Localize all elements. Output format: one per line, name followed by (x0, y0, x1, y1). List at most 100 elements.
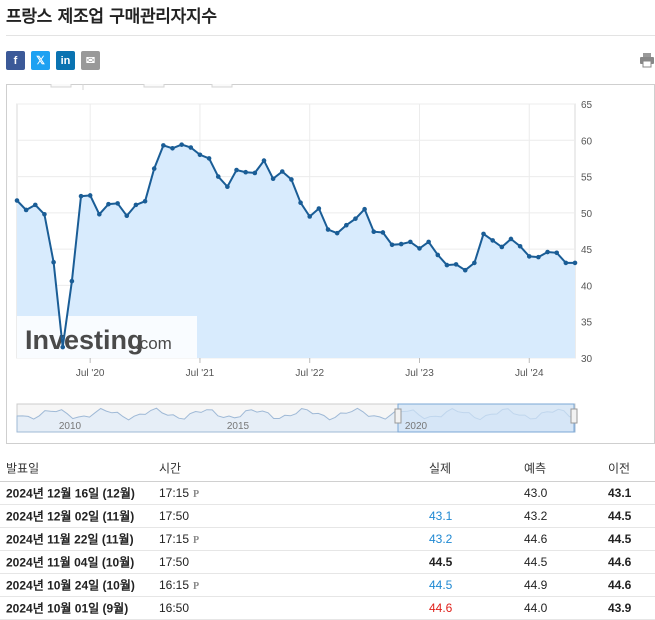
preliminary-icon: P (193, 535, 200, 546)
data-point[interactable] (78, 193, 84, 199)
data-point[interactable] (462, 267, 468, 273)
actual-value: 43.2 (429, 532, 453, 546)
data-point[interactable] (60, 344, 66, 350)
data-point[interactable] (279, 169, 285, 174)
data-point[interactable] (124, 213, 130, 219)
data-point[interactable] (133, 202, 139, 208)
data-point[interactable] (42, 212, 47, 217)
page-title: 프랑스 제조업 구매관리자지수 (6, 7, 217, 27)
forecast-value: 44.0 (524, 601, 548, 615)
actual-value: 43.1 (429, 509, 453, 523)
data-point[interactable] (51, 259, 56, 265)
y-tick-label: 55 (581, 173, 593, 184)
data-point[interactable] (554, 250, 560, 256)
data-point[interactable] (481, 231, 486, 237)
release-date: 2024년 11월 04일 (10월) (6, 555, 135, 570)
previous-value: 44.5 (608, 509, 632, 523)
data-point[interactable] (426, 239, 431, 245)
data-point[interactable] (151, 166, 157, 171)
data-point[interactable] (243, 169, 248, 175)
data-point[interactable] (408, 239, 413, 245)
y-tick-label: 45 (581, 245, 593, 256)
data-point[interactable] (417, 246, 422, 251)
pmi-chart[interactable]: Investing .com 6560555045403530 Jul '20 J… (7, 77, 655, 444)
data-point[interactable] (490, 238, 495, 243)
data-point[interactable] (234, 167, 239, 173)
data-point[interactable] (307, 214, 313, 219)
forecast-value: 43.0 (524, 486, 548, 500)
data-point[interactable] (97, 212, 102, 217)
data-point[interactable] (380, 230, 386, 235)
release-time-text: 16:50 (159, 601, 190, 615)
chart-container: Investing .com 65 60 55 50 45 40 35 30 Jul '20 J… (6, 77, 655, 444)
data-point[interactable] (453, 262, 459, 267)
data-point[interactable] (161, 143, 166, 148)
data-point[interactable] (334, 230, 340, 236)
release-date: 2024년 10월 24일 (10월) (6, 578, 135, 593)
data-point[interactable] (197, 152, 203, 158)
data-point[interactable] (23, 207, 29, 213)
release-date: 2024년 12월 02일 (11월) (6, 509, 135, 524)
data-point[interactable] (188, 145, 194, 150)
data-point[interactable] (545, 249, 550, 255)
data-point[interactable] (115, 201, 120, 206)
previous-value: 43.9 (608, 601, 632, 615)
data-point[interactable] (499, 244, 505, 250)
facebook-share-button[interactable]: f (6, 51, 25, 70)
data-point[interactable] (298, 200, 303, 205)
data-point[interactable] (325, 227, 331, 232)
navigator-year-label: 2010 (59, 421, 82, 432)
data-point[interactable] (398, 241, 404, 247)
data-point[interactable] (517, 243, 523, 249)
y-tick-label: 40 (581, 281, 593, 292)
data-point[interactable] (289, 177, 294, 182)
data-point[interactable] (14, 198, 20, 203)
data-point[interactable] (106, 201, 111, 207)
data-point[interactable] (472, 260, 477, 266)
data-point[interactable] (142, 198, 148, 204)
release-time-text: 17:15 (159, 532, 190, 546)
previous-value: 44.6 (608, 555, 632, 569)
data-point[interactable] (170, 145, 175, 151)
facebook-icon: f (13, 54, 18, 67)
data-point[interactable] (572, 260, 578, 266)
linkedin-share-button[interactable]: in (56, 51, 75, 70)
data-point[interactable] (87, 193, 93, 198)
data-point[interactable] (362, 206, 367, 212)
forecast-value: 44.6 (524, 532, 548, 546)
twitter-share-button[interactable]: 𝕏 (31, 51, 50, 70)
data-point[interactable] (225, 184, 230, 190)
data-point[interactable] (179, 142, 184, 147)
data-point[interactable] (563, 260, 569, 266)
y-tick-label: 30 (581, 354, 593, 365)
data-point[interactable] (389, 242, 395, 248)
data-point[interactable] (316, 206, 322, 211)
table-row: 2024년 11월 22일 (11월) 17:15 P 43.2 44.6 44.5 (0, 528, 655, 551)
email-share-button[interactable]: ✉ (81, 51, 100, 70)
print-icon[interactable] (639, 52, 655, 68)
data-point[interactable] (344, 222, 349, 228)
release-time: 17:50 (159, 509, 189, 523)
data-point[interactable] (270, 176, 276, 182)
data-point[interactable] (435, 252, 441, 258)
x-tick-label: Jul '23 (405, 368, 434, 379)
data-point[interactable] (508, 236, 514, 242)
data-point[interactable] (252, 170, 258, 176)
data-point[interactable] (526, 254, 532, 259)
release-time: 16:15 P (159, 578, 199, 592)
navigator-handle[interactable] (394, 408, 402, 424)
data-point[interactable] (69, 278, 75, 284)
linkedin-icon: in (60, 54, 71, 67)
data-point[interactable] (444, 262, 450, 268)
header-forecast: 예측 (524, 461, 547, 476)
data-point[interactable] (261, 158, 267, 163)
time-navigator[interactable]: 2010 2015 2020 (16, 403, 578, 433)
data-point[interactable] (536, 254, 541, 260)
data-point[interactable] (353, 216, 358, 221)
release-date: 2024년 12월 16일 (12월) (6, 486, 135, 501)
data-point[interactable] (371, 229, 377, 235)
data-point[interactable] (32, 202, 38, 208)
data-point[interactable] (206, 156, 212, 161)
data-point[interactable] (215, 174, 221, 179)
navigator-handle[interactable] (570, 408, 578, 424)
